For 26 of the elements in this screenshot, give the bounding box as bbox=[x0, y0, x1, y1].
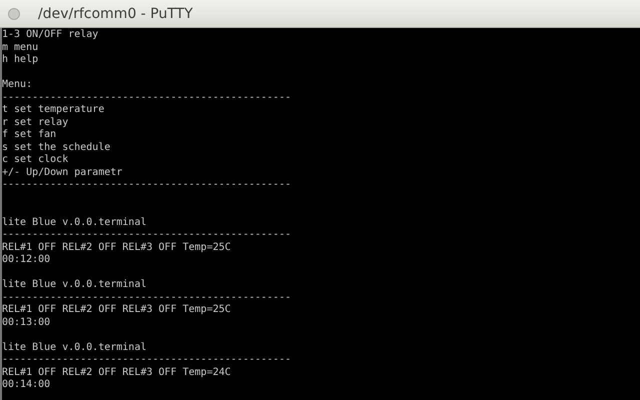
terminal-line: ------------------------------------------------ bbox=[2, 229, 291, 240]
terminal-line: lite Blue v.0.0.terminal bbox=[2, 342, 146, 352]
terminal-line: r set relay bbox=[2, 116, 68, 128]
terminal-line: f set fan bbox=[2, 129, 56, 140]
terminal-line: REL#1 OFF REL#2 OFF REL#3 OFF Temp=24C bbox=[2, 366, 231, 378]
terminal-line: REL#1 OFF REL#2 OFF REL#3 OFF Temp=25C bbox=[2, 242, 231, 252]
terminal-line: lite Blue v.0.0.terminal bbox=[2, 216, 146, 228]
terminal-line: m menu bbox=[2, 42, 38, 52]
terminal-line: 00:14:00 bbox=[2, 379, 50, 390]
window-title: /dev/rfcomm0 - PuTTY bbox=[38, 6, 193, 22]
close-icon[interactable] bbox=[8, 8, 20, 20]
terminal-line: ------------------------------------------------ bbox=[2, 92, 291, 102]
terminal-line: ------------------------------------------------ bbox=[2, 179, 291, 190]
terminal-line: Menu: bbox=[2, 79, 32, 90]
terminal-line: t set temperature bbox=[2, 104, 104, 115]
terminal-line: ------------------------------------------------ bbox=[2, 354, 291, 365]
terminal-line: 1-3 ON/OFF relay bbox=[2, 29, 98, 40]
terminal-line: +/- Up/Down parametr bbox=[2, 166, 122, 178]
terminal-line: c set clock bbox=[2, 154, 68, 165]
terminal-line: REL#1 OFF REL#2 OFF REL#3 OFF Temp=25C bbox=[2, 304, 231, 315]
terminal-line: ------------------------------------------------ bbox=[2, 292, 291, 302]
terminal-line: h help bbox=[2, 54, 38, 65]
terminal-line: 00:13:00 bbox=[2, 316, 50, 328]
terminal-line: s set the schedule bbox=[2, 142, 110, 152]
terminal-line: 00:12:00 bbox=[2, 254, 50, 265]
terminal-line: lite Blue v.0.0.terminal bbox=[2, 279, 146, 290]
